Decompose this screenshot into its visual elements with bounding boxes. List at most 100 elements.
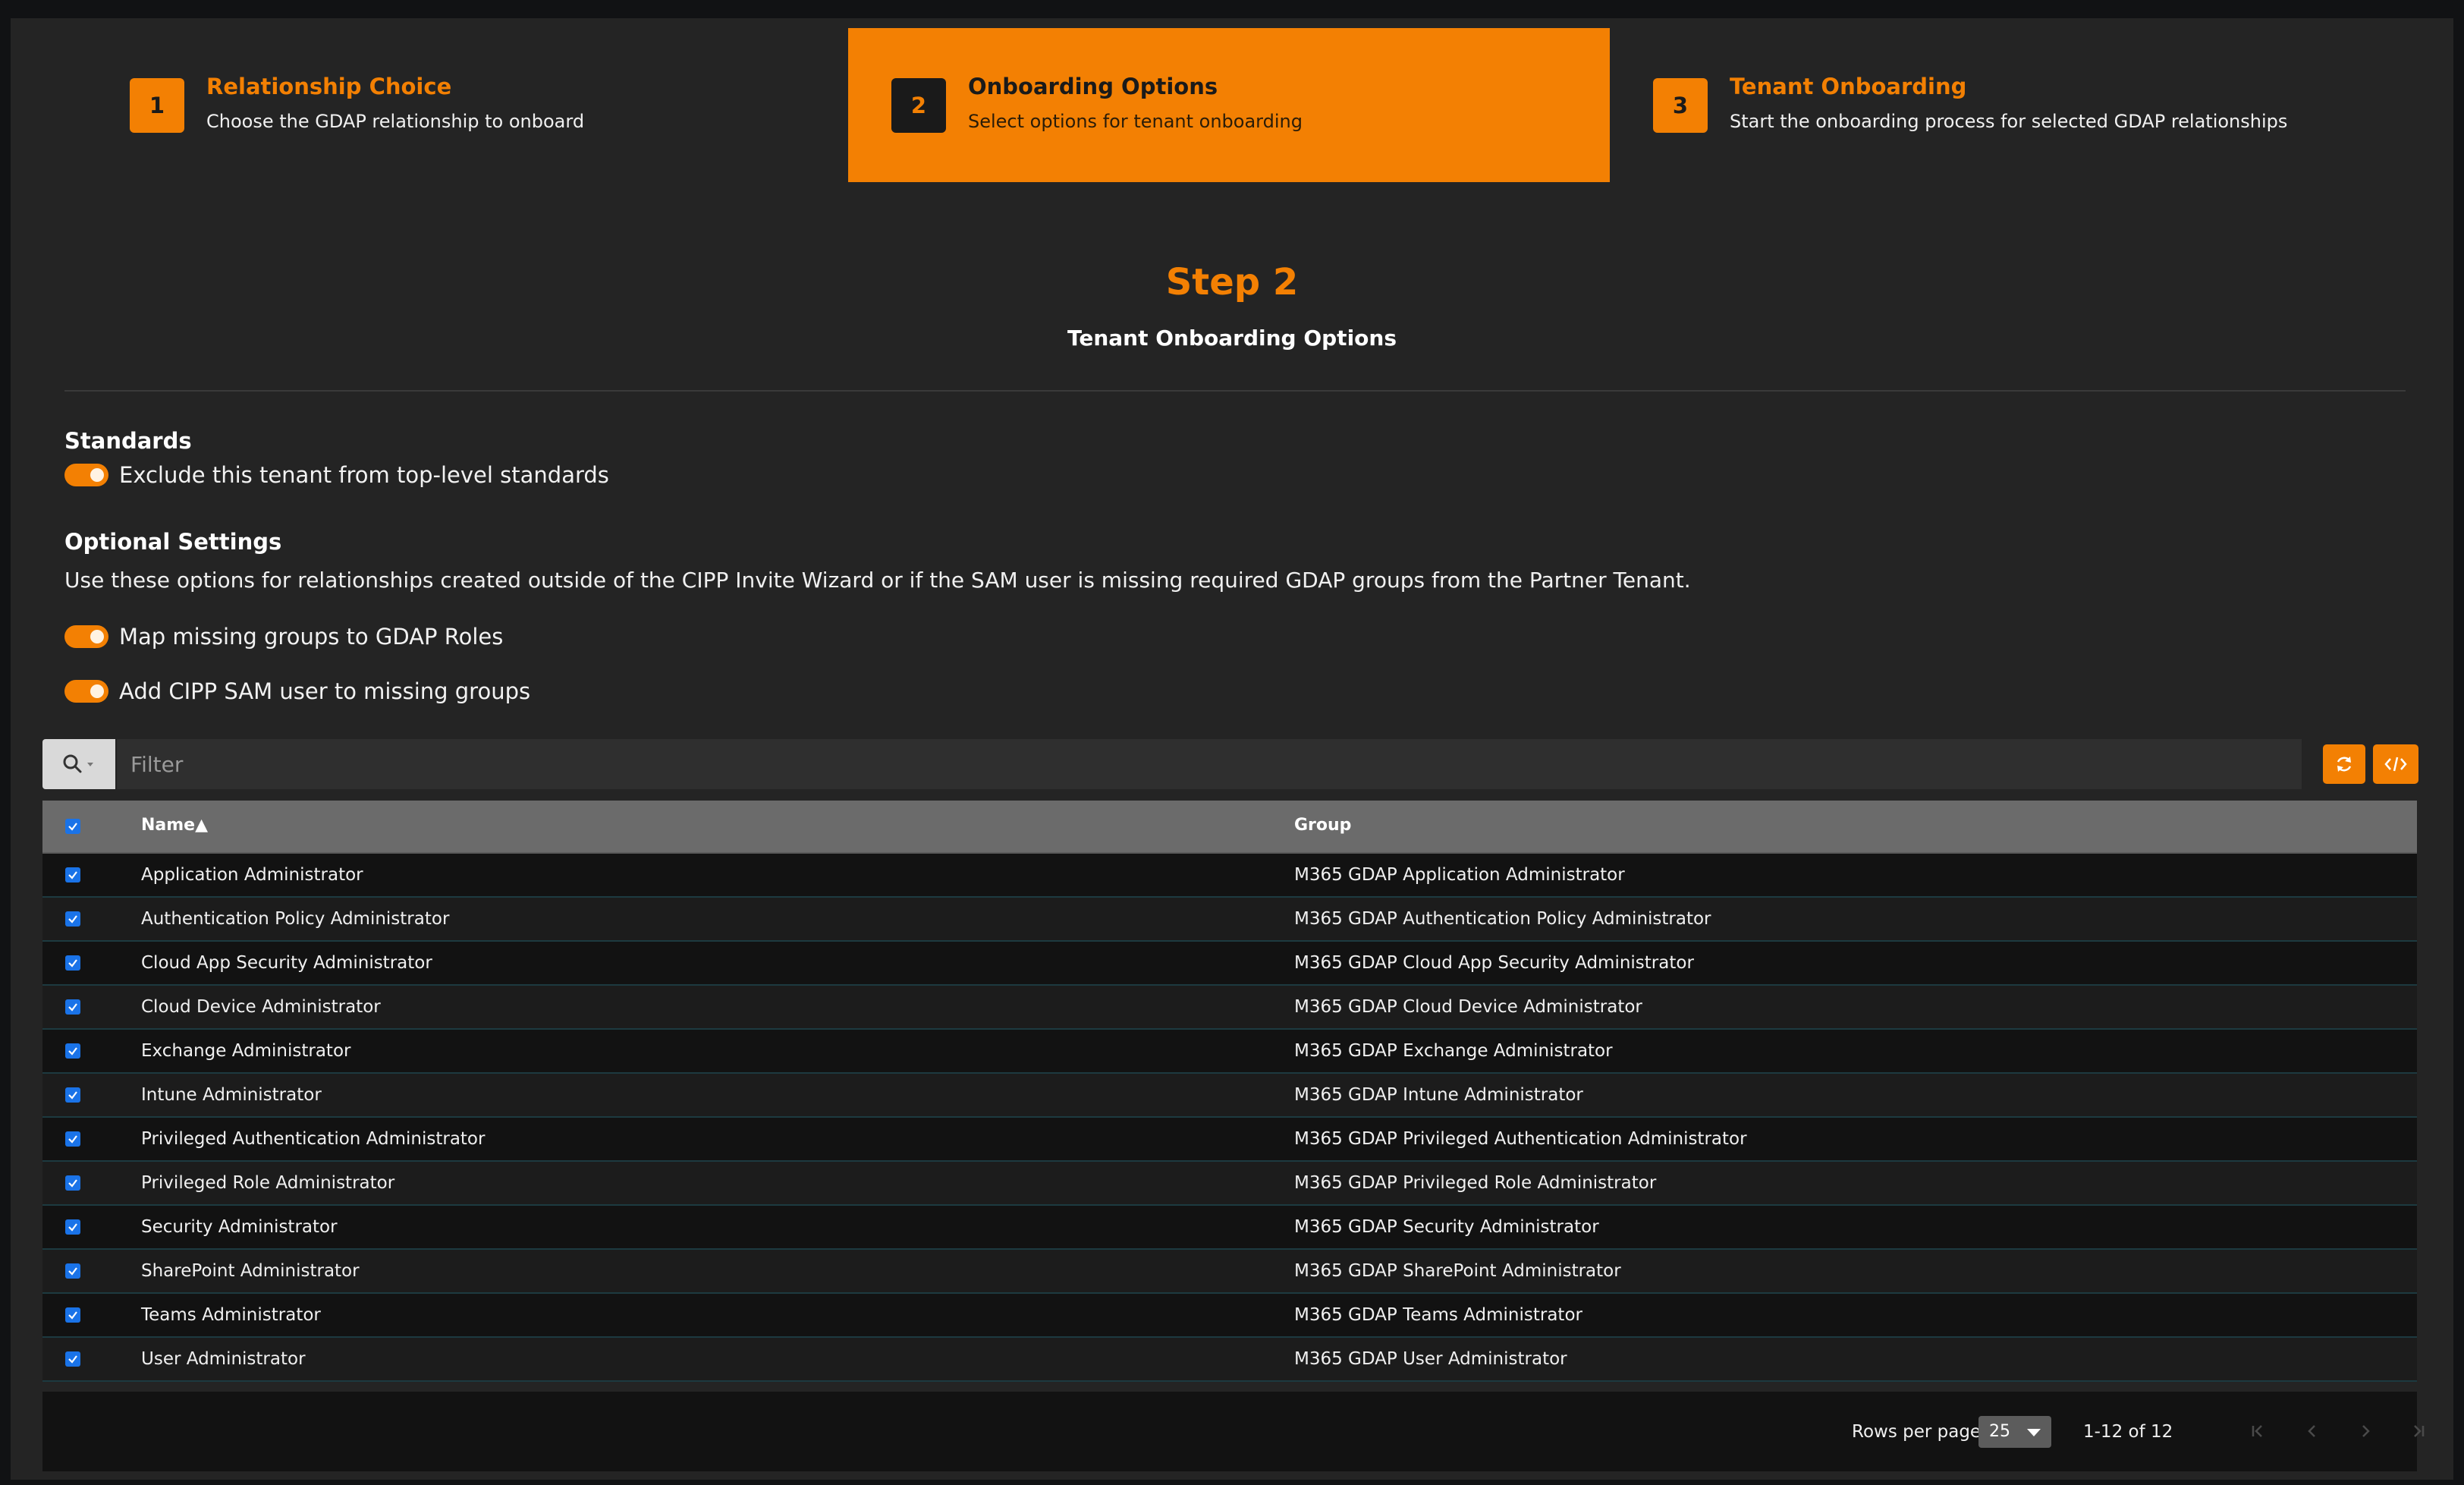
row-checkbox[interactable] <box>65 867 80 883</box>
check-icon <box>68 871 77 879</box>
group-name-cell: M365 GDAP Intune Administrator <box>1294 1085 1583 1105</box>
code-icon <box>2384 757 2407 772</box>
step-number: 2 <box>891 78 946 133</box>
prev-page-button[interactable] <box>2297 1414 2327 1448</box>
next-page-icon <box>2362 1425 2370 1437</box>
row-checkbox[interactable] <box>65 999 80 1015</box>
dropdown-caret-icon <box>87 763 93 766</box>
row-checkbox[interactable] <box>65 1131 80 1147</box>
group-name-cell: M365 GDAP User Administrator <box>1294 1349 1567 1369</box>
roles-table: Name▲ Group Application Administrator M36… <box>42 801 2417 1382</box>
step-heading: Step 2 <box>1165 261 1299 304</box>
role-name-cell: Authentication Policy Administrator <box>141 909 450 929</box>
row-checkbox[interactable] <box>65 1219 80 1235</box>
column-header-group[interactable]: Group <box>1294 816 1351 835</box>
row-checkbox[interactable] <box>65 1351 80 1367</box>
check-icon <box>68 823 77 831</box>
check-icon <box>68 1355 77 1364</box>
page-range: 1-12 of 12 <box>2083 1422 2173 1442</box>
group-name-cell: M365 GDAP Exchange Administrator <box>1294 1041 1613 1061</box>
table-row[interactable]: Intune Administrator M365 GDAP Intune Adm… <box>42 1074 2417 1118</box>
code-view-button[interactable] <box>2373 744 2418 784</box>
role-name-cell: Privileged Authentication Administrator <box>141 1129 486 1149</box>
row-checkbox[interactable] <box>65 911 80 927</box>
group-name-cell: M365 GDAP Privileged Role Administrator <box>1294 1173 1657 1193</box>
column-header-name[interactable]: Name▲ <box>141 816 208 835</box>
role-name-cell: Application Administrator <box>141 865 363 885</box>
next-page-button[interactable] <box>2350 1414 2381 1448</box>
step-title: Onboarding Options <box>968 74 1218 99</box>
table-header: Name▲ Group <box>42 801 2417 854</box>
step-subtitle: Select options for tenant onboarding <box>968 111 1303 132</box>
exclude-standards-toggle[interactable] <box>64 464 108 486</box>
step-number: 1 <box>130 78 184 133</box>
chevron-down-icon <box>2027 1429 2041 1436</box>
sort-ascending-icon: ▲ <box>195 816 209 835</box>
check-icon <box>68 1267 77 1276</box>
step-relationship-choice[interactable]: 1 Relationship Choice Choose the GDAP re… <box>86 28 848 182</box>
table-pagination: Rows per page: 25 1-12 of 12 <box>42 1392 2425 1471</box>
table-row[interactable]: User Administrator M365 GDAP User Adminis… <box>42 1338 2417 1382</box>
optional-settings-description: Use these options for relationships crea… <box>64 568 1691 593</box>
rows-per-page-value: 25 <box>1989 1422 2010 1441</box>
role-name-cell: Teams Administrator <box>141 1305 321 1325</box>
row-checkbox[interactable] <box>65 1307 80 1323</box>
group-name-cell: M365 GDAP Authentication Policy Administ… <box>1294 909 1711 929</box>
add-sam-toggle[interactable] <box>64 680 108 703</box>
check-icon <box>68 1223 77 1232</box>
step-onboarding-options[interactable]: 2 Onboarding Options Select options for … <box>848 28 1610 182</box>
role-name-cell: User Administrator <box>141 1349 306 1369</box>
refresh-button[interactable] <box>2323 744 2365 784</box>
table-row[interactable]: Cloud Device Administrator M365 GDAP Clou… <box>42 986 2417 1030</box>
row-checkbox[interactable] <box>65 1087 80 1103</box>
row-checkbox[interactable] <box>65 1043 80 1059</box>
table-body: Application Administrator M365 GDAP Appli… <box>42 854 2417 1382</box>
table-row[interactable]: Teams Administrator M365 GDAP Teams Admin… <box>42 1294 2417 1338</box>
role-name-cell: Cloud Device Administrator <box>141 997 381 1017</box>
search-options-button[interactable] <box>42 739 115 789</box>
filter-input[interactable] <box>117 739 2302 789</box>
row-checkbox[interactable] <box>65 1175 80 1191</box>
table-row[interactable]: Security Administrator M365 GDAP Security… <box>42 1206 2417 1250</box>
group-name-cell: M365 GDAP Application Administrator <box>1294 865 1625 885</box>
rows-per-page-label: Rows per page: <box>1852 1422 1987 1442</box>
table-row[interactable]: Authentication Policy Administrator M365 … <box>42 898 2417 942</box>
group-name-cell: M365 GDAP Teams Administrator <box>1294 1305 1582 1325</box>
rows-per-page-select[interactable]: 25 <box>1978 1416 2051 1448</box>
first-page-button[interactable] <box>2242 1414 2273 1448</box>
step-title: Tenant Onboarding <box>1730 74 1967 99</box>
role-name-cell: SharePoint Administrator <box>141 1261 360 1281</box>
table-row[interactable]: SharePoint Administrator M365 GDAP ShareP… <box>42 1250 2417 1294</box>
check-icon <box>68 1311 77 1320</box>
table-row[interactable]: Exchange Administrator M365 GDAP Exchange… <box>42 1030 2417 1074</box>
step-number: 3 <box>1653 78 1708 133</box>
group-name-cell: M365 GDAP Cloud Device Administrator <box>1294 997 1642 1017</box>
table-row[interactable]: Application Administrator M365 GDAP Appli… <box>42 854 2417 898</box>
last-page-button[interactable] <box>2403 1414 2434 1448</box>
table-row[interactable]: Cloud App Security Administrator M365 GDA… <box>42 942 2417 986</box>
role-name-cell: Exchange Administrator <box>141 1041 351 1061</box>
row-checkbox[interactable] <box>65 1263 80 1279</box>
table-row[interactable]: Privileged Role Administrator M365 GDAP P… <box>42 1162 2417 1206</box>
table-row[interactable]: Privileged Authentication Administrator M… <box>42 1118 2417 1162</box>
standards-title: Standards <box>64 428 192 454</box>
step-tenant-onboarding[interactable]: 3 Tenant Onboarding Start the onboarding… <box>1610 28 2371 182</box>
check-icon <box>68 1047 77 1056</box>
first-page-icon <box>2252 1425 2262 1437</box>
check-icon <box>68 915 77 923</box>
select-all-checkbox[interactable] <box>65 819 80 834</box>
group-name-cell: M365 GDAP Cloud App Security Administrat… <box>1294 953 1694 973</box>
step-subtitle: Start the onboarding process for selecte… <box>1730 111 2288 132</box>
map-groups-toggle-row[interactable]: Map missing groups to GDAP Roles <box>64 621 503 652</box>
add-sam-label: Add CIPP SAM user to missing groups <box>119 678 531 704</box>
map-groups-toggle[interactable] <box>64 625 108 648</box>
role-name-cell: Privileged Role Administrator <box>141 1173 395 1193</box>
add-sam-toggle-row[interactable]: Add CIPP SAM user to missing groups <box>64 676 530 706</box>
section-divider <box>64 390 2406 392</box>
exclude-standards-toggle-row[interactable]: Exclude this tenant from top-level stand… <box>64 460 609 490</box>
row-checkbox[interactable] <box>65 955 80 971</box>
exclude-standards-label: Exclude this tenant from top-level stand… <box>119 462 609 488</box>
refresh-icon <box>2337 757 2352 772</box>
column-name-label: Name <box>141 816 196 835</box>
check-icon <box>68 959 77 967</box>
